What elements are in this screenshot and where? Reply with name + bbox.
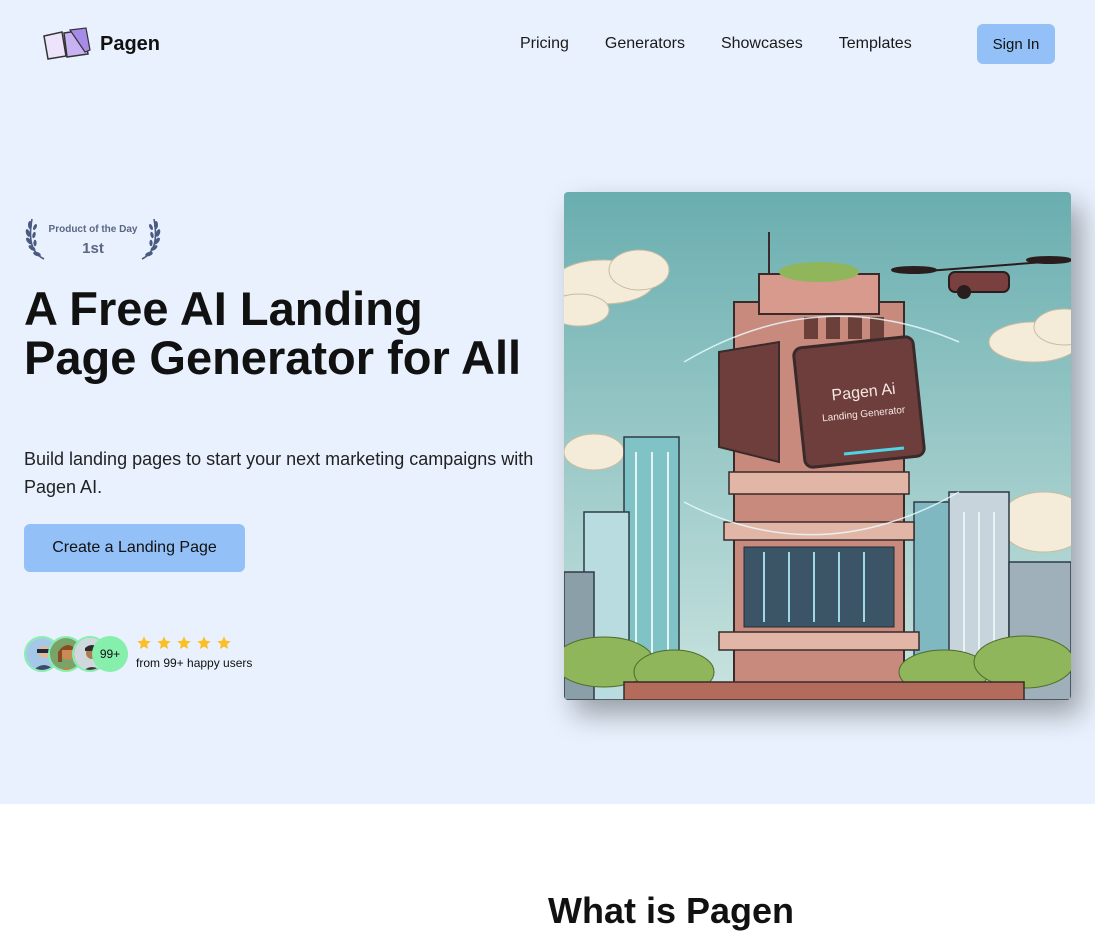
rating-stars [136, 635, 232, 651]
section-title-what-is-pagen: What is Pagen [548, 890, 795, 931]
happy-users-text: from 99+ happy users [136, 656, 253, 670]
hero-illustration: Pagen Ai Landing Generator [564, 192, 1071, 700]
create-landing-page-button[interactable]: Create a Landing Page [24, 524, 245, 572]
nav-templates[interactable]: Templates [839, 34, 912, 54]
hero-section: Pagen Pricing Generators Showcases Templ… [0, 0, 1095, 804]
nav-generators[interactable]: Generators [605, 34, 685, 54]
star-icon [177, 636, 191, 649]
hero-headline: A Free AI Landing Page Generator for All [24, 282, 522, 384]
logo-text: Pagen [100, 32, 161, 55]
main-nav: Pricing Generators Showcases Templates [520, 34, 948, 54]
product-of-day-badge: Product of the Day 1st [24, 215, 162, 261]
hero-subtitle: Build landing pages to start your next m… [24, 449, 534, 497]
star-icon [217, 636, 231, 649]
laurel-right-icon [141, 218, 161, 260]
star-icon [197, 636, 211, 649]
sign-in-button[interactable]: Sign In [977, 24, 1055, 64]
star-icon [157, 636, 171, 649]
nav-pricing[interactable]: Pricing [520, 34, 569, 54]
user-avatars: 99+ [24, 636, 134, 672]
logo-link[interactable]: Pagen [40, 26, 160, 62]
avatar-count-badge: 99+ [92, 636, 128, 672]
book-logo-icon [43, 27, 91, 60]
nav-showcases[interactable]: Showcases [721, 34, 803, 54]
star-icon [137, 636, 151, 649]
